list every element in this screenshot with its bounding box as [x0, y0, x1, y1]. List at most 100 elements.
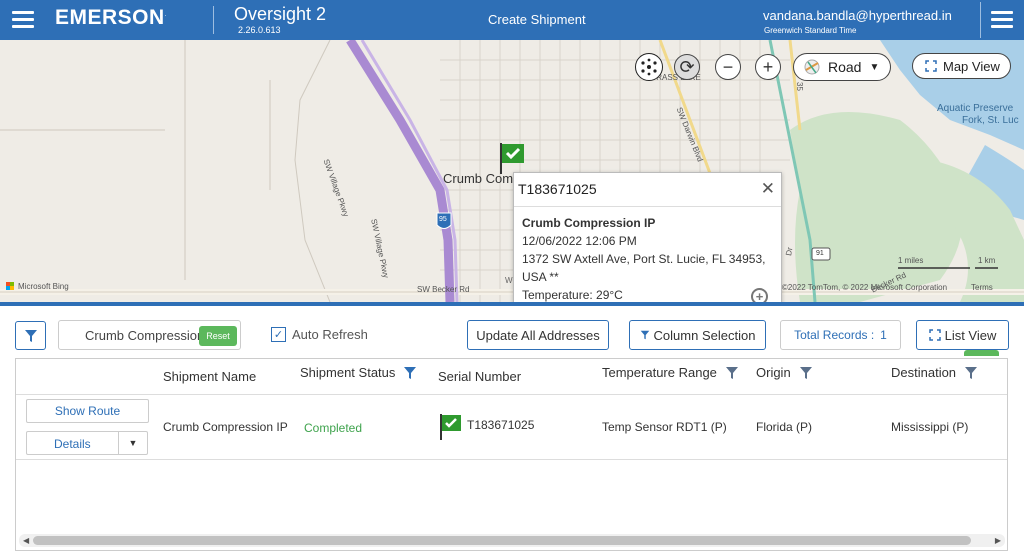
cell-destination: Mississippi (P)	[891, 420, 969, 434]
column-label: Destination	[891, 365, 957, 380]
popup-address: 1372 SW Axtell Ave, Port St. Lucie, FL 3…	[522, 252, 766, 284]
list-view-label: List View	[944, 327, 997, 343]
popup-title: T183671025	[518, 181, 597, 197]
road-style-icon	[804, 59, 820, 75]
reset-button[interactable]: Reset	[199, 326, 237, 346]
menu-icon[interactable]	[12, 11, 34, 29]
flag-icon	[440, 414, 461, 440]
column-selection-button[interactable]: Column Selection	[629, 320, 766, 350]
map-view[interactable]: Crumb Com WOO SW Village Pkwy SW Village…	[0, 40, 1024, 302]
zoom-in-icon[interactable]: +	[755, 54, 781, 80]
checkbox-checked-icon[interactable]: ✓	[271, 327, 286, 342]
user-timezone: Greenwich Standard Time	[764, 26, 857, 35]
cell-shipment-name: Crumb Compression IP	[163, 420, 288, 434]
filter-icon[interactable]	[725, 366, 739, 380]
total-records-label: Total Records :	[794, 328, 875, 342]
serial-text: T183671025	[467, 418, 535, 432]
cluster-icon[interactable]	[635, 53, 663, 81]
map-label-dr: Dr	[784, 246, 795, 257]
column-header-shipment-name[interactable]: Shipment Name	[163, 369, 256, 384]
filter-icon[interactable]	[964, 366, 978, 380]
column-header-destination[interactable]: Destination	[891, 365, 978, 380]
filter-icon[interactable]	[799, 366, 813, 380]
column-header-shipment-status[interactable]: Shipment Status	[300, 365, 417, 380]
map-view-label: Map View	[943, 58, 1000, 74]
popup-shipment-name: Crumb Compression IP	[522, 216, 656, 230]
map-copyright: ©2022 TomTom, © 2022 Microsoft Corporati…	[782, 283, 948, 292]
popup-temperature: Temperature: 29°C	[522, 288, 623, 302]
column-header-origin[interactable]: Origin	[756, 365, 813, 380]
map-view-button[interactable]: Map View	[912, 53, 1011, 79]
expand-icon	[925, 60, 937, 72]
map-label-fork: Fork, St. Luc	[962, 115, 1019, 126]
column-label: Origin	[756, 365, 791, 380]
list-view-indicator	[964, 350, 999, 356]
zoom-out-icon[interactable]: −	[715, 54, 741, 80]
user-email[interactable]: vandana.bandla@hyperthread.in	[763, 8, 952, 23]
bing-logo: Microsoft Bing	[18, 282, 69, 291]
list-toolbar: Crumb Compression Reset ✓ Auto Refresh U…	[0, 306, 1024, 356]
expand-icon	[928, 329, 941, 341]
app-version: 2.26.0.613	[238, 25, 281, 35]
shipment-flag-marker[interactable]	[498, 141, 526, 175]
scroll-right-icon[interactable]: ▶	[995, 536, 1001, 545]
app-header: EMERSON. Oversight 2 2.26.0.613 Create S…	[0, 0, 1024, 40]
filter-icon[interactable]	[403, 366, 417, 380]
main-menu-button[interactable]	[980, 2, 1021, 38]
shipment-grid: Shipment Name Shipment Status Serial Num…	[15, 358, 1008, 551]
details-dropdown[interactable]: Details ▼	[26, 431, 148, 455]
update-addresses-label: Update All Addresses	[476, 327, 600, 343]
grid-header: Shipment Name Shipment Status Serial Num…	[16, 359, 1007, 395]
column-label: Serial Number	[438, 369, 522, 384]
rotate-icon[interactable]: ⟳	[674, 54, 700, 80]
map-label-aquatic: Aquatic Preserve	[937, 103, 1014, 114]
list-view-button[interactable]: List View	[916, 320, 1009, 350]
show-route-button[interactable]: Show Route	[26, 399, 149, 423]
total-records: Total Records : 1	[780, 320, 901, 350]
auto-refresh-label: Auto Refresh	[292, 327, 368, 342]
header-divider	[213, 6, 214, 34]
scroll-left-icon[interactable]: ◀	[23, 536, 29, 545]
table-row[interactable]: Show Route Details ▼ Crumb Compression I…	[16, 395, 1007, 460]
cell-temperature-range: Temp Sensor RDT1 (P)	[602, 420, 727, 434]
column-header-temperature-range[interactable]: Temperature Range	[602, 365, 739, 380]
map-terms-link[interactable]: Terms	[971, 283, 993, 292]
horizontal-scrollbar[interactable]: ◀ ▶	[19, 534, 1005, 547]
details-button[interactable]: Details	[54, 437, 91, 451]
auto-refresh-toggle[interactable]: ✓ Auto Refresh	[271, 327, 368, 342]
update-addresses-button[interactable]: Update All Addresses	[467, 320, 609, 350]
cell-serial-number: T183671025	[439, 413, 534, 441]
popup-body: Crumb Compression IP 12/06/2022 12:06 PM…	[522, 214, 774, 302]
scale-miles: 1 miles	[898, 256, 924, 265]
hamburger-icon	[991, 11, 1013, 29]
popup-datetime: 12/06/2022 12:06 PM	[522, 234, 637, 248]
road-style-select[interactable]: Road ▼	[793, 53, 891, 81]
total-records-value: 1	[880, 328, 887, 342]
search-value: Crumb Compression	[85, 328, 205, 343]
scrollbar-thumb[interactable]	[33, 536, 971, 545]
app-name: Oversight 2	[234, 4, 327, 24]
zoom-to-icon[interactable]: +	[751, 288, 768, 302]
shipment-info-popup: T183671025 ✕ Crumb Compression IP 12/06/…	[513, 172, 782, 302]
chevron-down-icon: ▼	[869, 61, 880, 73]
page-title: Create Shipment	[488, 12, 586, 27]
caret-down-icon[interactable]: ▼	[118, 432, 147, 454]
map-label-35: 35	[794, 82, 804, 91]
column-label: Temperature Range	[602, 365, 717, 380]
column-selection-label: Column Selection	[653, 327, 756, 343]
column-label: Shipment Status	[300, 365, 396, 380]
popup-divider	[514, 206, 781, 207]
route-95-shield: 95	[439, 216, 447, 223]
map-label-sw-becker: SW Becker Rd	[417, 285, 470, 294]
brand-logo: EMERSON.	[55, 6, 167, 29]
search-input[interactable]: Crumb Compression Reset	[58, 320, 241, 350]
column-header-serial-number[interactable]: Serial Number	[438, 369, 521, 384]
route-91-shield: 91	[816, 250, 824, 257]
close-icon[interactable]: ✕	[761, 179, 775, 199]
filter-button[interactable]	[15, 321, 46, 350]
cell-status: Completed	[304, 421, 363, 435]
scale-km: 1 km	[978, 256, 996, 265]
filter-icon	[24, 329, 37, 342]
cell-origin: Florida (P)	[756, 420, 813, 434]
filter-icon	[640, 330, 649, 340]
